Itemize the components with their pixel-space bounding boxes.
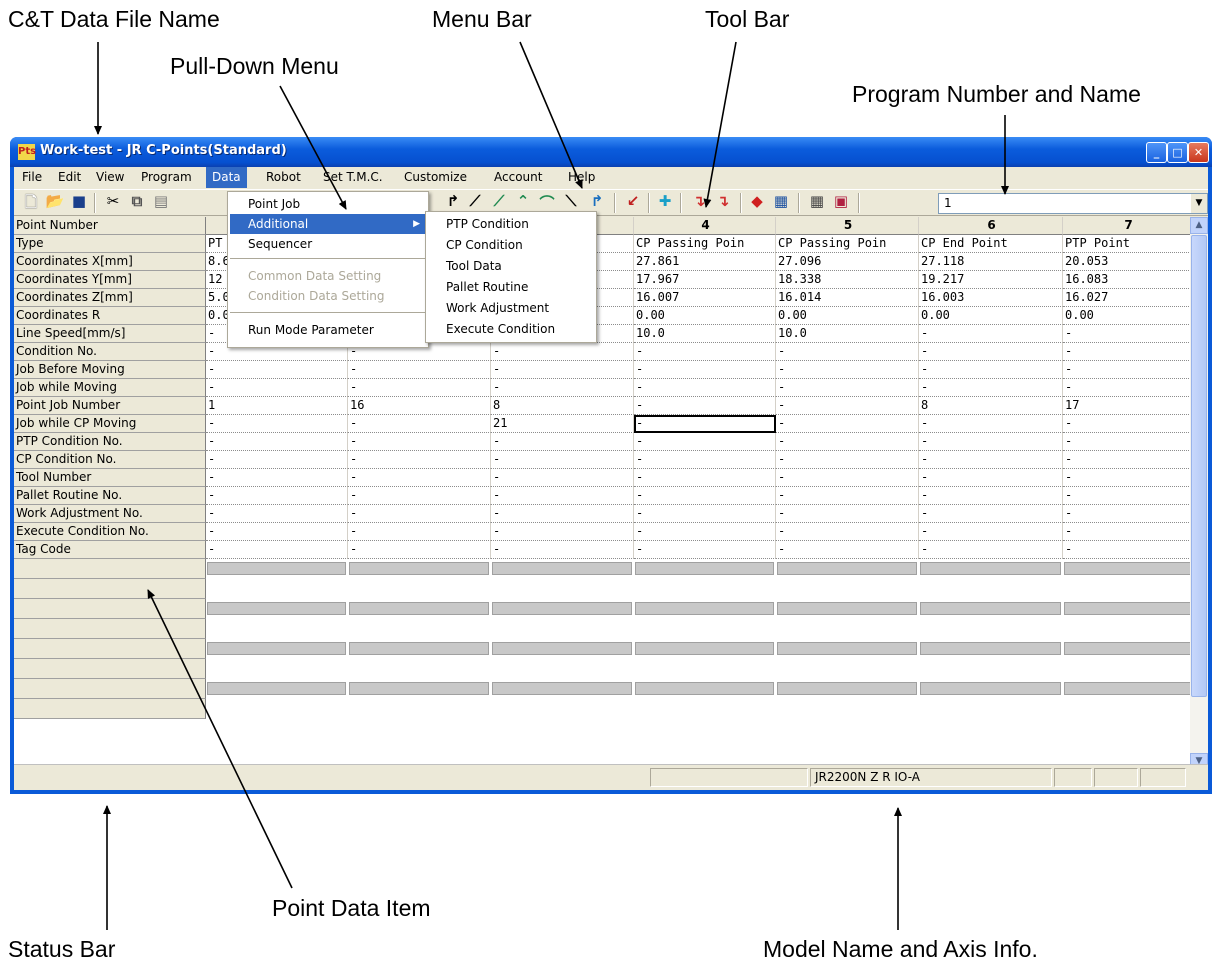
arrow-menu-bar — [519, 41, 583, 189]
arrow-pull-down — [279, 85, 347, 210]
arrow-point-item — [147, 589, 293, 889]
callout-arrows — [94, 41, 1009, 930]
arrow-tool-bar — [703, 41, 737, 208]
